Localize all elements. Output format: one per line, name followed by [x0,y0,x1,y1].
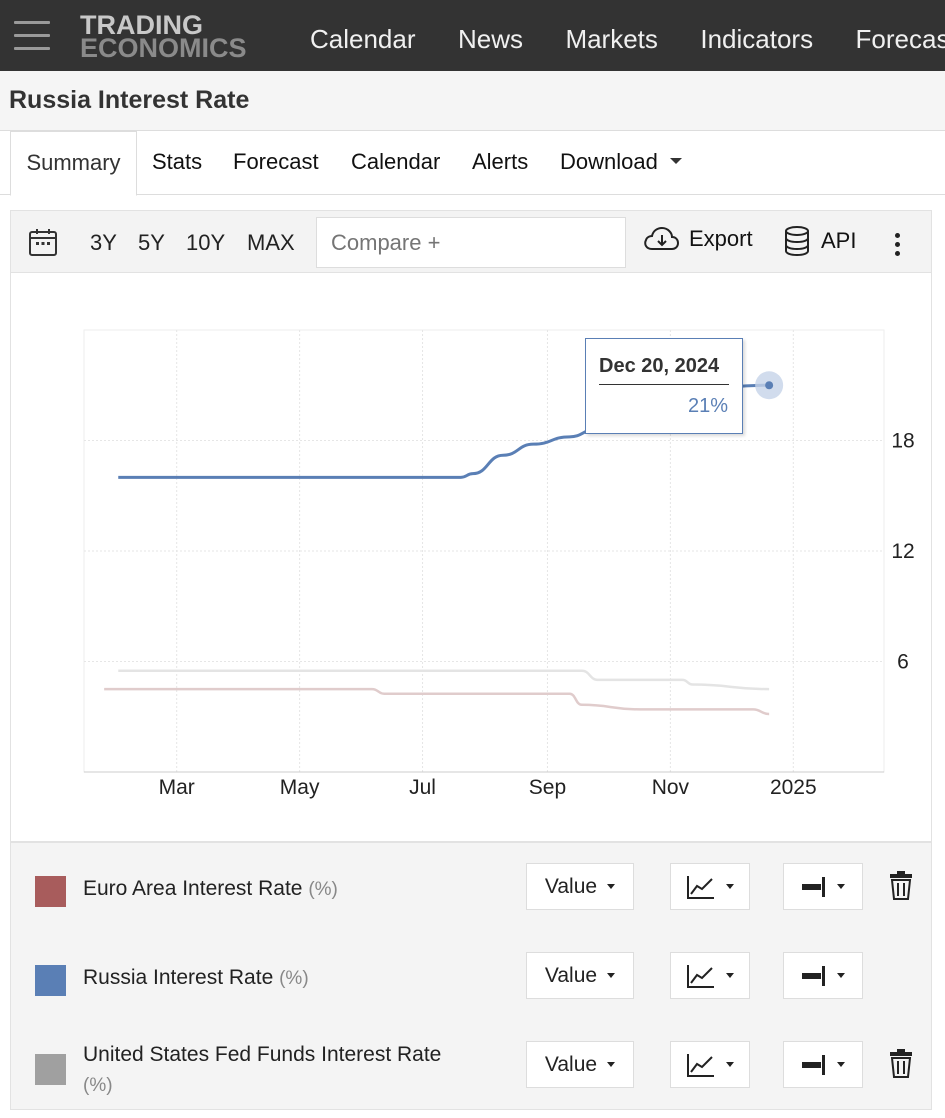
line-chart-icon [687,1053,714,1077]
value-dropdown[interactable]: Value [526,952,634,999]
y-tick-label: 6 [897,651,909,674]
legend-row-euro: Euro Area Interest Rate (%) Value [11,843,931,932]
legend-swatch[interactable] [35,1054,66,1085]
y-tick-label: 12 [891,540,914,563]
caret-down-icon [607,884,616,889]
axis-icon [802,876,825,897]
tooltip-value: 21% [687,395,728,417]
caret-down-icon [837,973,845,978]
series-legend: Euro Area Interest Rate (%) Value Russia… [10,842,932,1110]
line-chart-icon [687,964,714,988]
line-chart-icon [687,875,714,899]
legend-unit: (%) [279,968,309,989]
legend-unit: (%) [308,879,338,900]
axis-dropdown[interactable] [783,1041,863,1088]
chart-tooltip: Dec 20, 2024 21% [585,338,743,434]
legend-unit: (%) [83,1075,113,1096]
legend-swatch[interactable] [35,965,66,996]
axis-dropdown[interactable] [783,863,863,910]
x-tick-label: Mar [159,776,195,799]
value-dropdown-label: Value [544,1052,598,1076]
interest-rate-chart: 18 12 6 Mar May Jul Sep Nov 2025 [83,329,915,799]
hover-marker [755,371,784,400]
series-line-euro [104,687,770,716]
axis-dropdown[interactable] [783,952,863,999]
caret-down-icon [726,973,734,978]
chart-type-dropdown[interactable] [670,863,750,910]
chart-type-dropdown[interactable] [670,952,750,999]
x-tick-label: Jul [409,776,436,799]
legend-row-us: United States Fed Funds Interest Rate (%)… [11,1021,931,1110]
caret-down-icon [837,884,845,889]
x-tick-label: 2025 [770,776,817,799]
x-axis-ticks: Mar May Jul Sep Nov 2025 [159,776,817,799]
caret-down-icon [726,1062,734,1067]
legend-series-name: United States Fed Funds Interest Rate [83,1043,442,1066]
value-dropdown-label: Value [544,963,598,987]
caret-down-icon [607,973,616,978]
legend-label[interactable]: Russia Interest Rate (%) [83,966,309,990]
trash-icon[interactable] [889,870,913,900]
caret-down-icon [607,1062,616,1067]
x-tick-label: Sep [529,776,566,799]
value-dropdown-label: Value [544,874,598,898]
x-tick-label: May [280,776,320,799]
caret-down-icon [726,884,734,889]
legend-series-name: Euro Area Interest Rate [83,877,303,900]
chart-series [104,383,770,716]
legend-label[interactable]: Euro Area Interest Rate (%) [83,877,338,901]
tooltip-date: Dec 20, 2024 [599,355,720,377]
legend-swatch[interactable] [35,876,66,907]
axis-icon [802,965,825,986]
caret-down-icon [837,1062,845,1067]
legend-row-russia: Russia Interest Rate (%) Value [11,932,931,1021]
hover-point [765,381,774,390]
chart-type-dropdown[interactable] [670,1041,750,1088]
y-tick-label: 18 [891,430,914,453]
value-dropdown[interactable]: Value [526,863,634,910]
y-axis-ticks: 18 12 6 [891,430,914,674]
axis-icon [802,1054,825,1075]
series-line-us [118,669,770,691]
legend-series-name: Russia Interest Rate [83,966,274,989]
legend-label[interactable]: United States Fed Funds Interest Rate (%) [83,1040,503,1101]
trash-icon[interactable] [889,1048,913,1078]
x-tick-label: Nov [652,776,690,799]
tooltip-divider [599,384,729,385]
value-dropdown[interactable]: Value [526,1041,634,1088]
